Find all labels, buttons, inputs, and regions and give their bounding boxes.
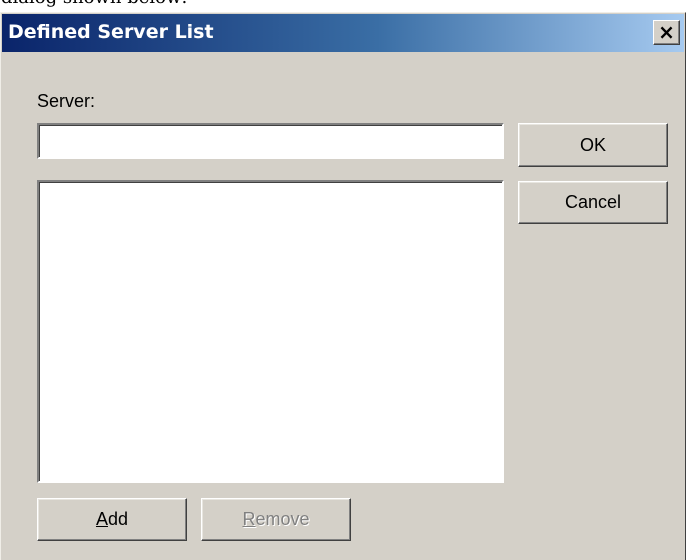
server-label: Server: [37, 91, 96, 111]
defined-server-list-dialog: Defined Server List × Server: OK Cancel … [0, 12, 686, 560]
cancel-button[interactable]: Cancel [518, 181, 668, 224]
page-caption: dialog shown below: [1, 0, 187, 8]
remove-button[interactable]: Remove [201, 498, 351, 541]
remove-label-rest: emove [255, 509, 310, 529]
server-list[interactable] [37, 180, 504, 483]
close-button[interactable]: × [653, 20, 680, 45]
server-input[interactable] [37, 123, 504, 159]
add-button[interactable]: Add [37, 498, 187, 541]
close-icon: × [658, 20, 675, 44]
title-bar[interactable]: Defined Server List × [2, 14, 684, 52]
remove-mnemonic: R [242, 509, 256, 529]
dialog-title: Defined Server List [8, 21, 214, 43]
ok-button[interactable]: OK [518, 123, 668, 167]
add-mnemonic: A [95, 509, 108, 529]
add-label-rest: dd [107, 509, 129, 529]
